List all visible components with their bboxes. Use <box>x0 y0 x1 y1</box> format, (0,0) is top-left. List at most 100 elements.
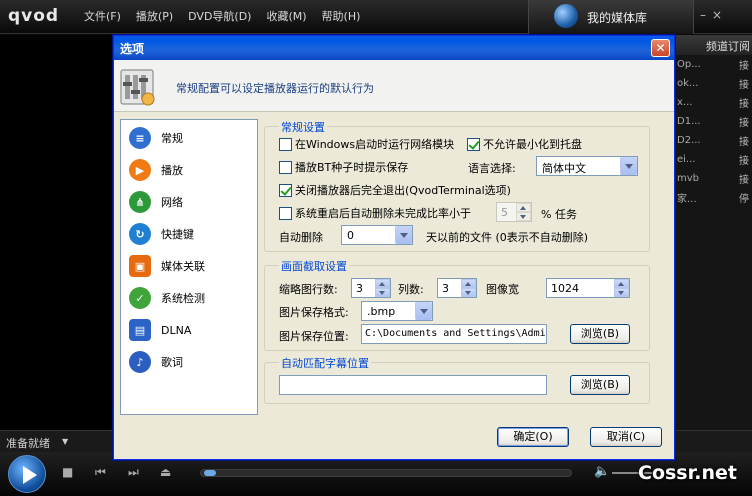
general-settings-group: 常规设置 在Windows启动时运行网络模块 不允许最小化到托盘 播放BT种子时… <box>264 119 650 252</box>
image-format-select[interactable]: .bmp <box>361 301 433 321</box>
next-icon[interactable]: ⏭ <box>128 465 139 480</box>
checkbox-box <box>279 206 292 220</box>
list-item[interactable]: 家... 停 <box>672 188 752 207</box>
eject-icon[interactable]: ⏏ <box>160 465 171 479</box>
dialog-title: 选项 <box>120 42 145 56</box>
nav-item-shortcuts[interactable]: ↻ 快捷键 <box>129 222 249 246</box>
globe-icon <box>554 4 578 28</box>
spin-up-icon[interactable] <box>614 279 629 288</box>
browse-subtitle-button[interactable]: 浏览(B) <box>570 375 630 395</box>
nav-item-system-check[interactable]: ✓ 系统检测 <box>129 286 249 310</box>
shortcut-icon: ↻ <box>129 223 151 245</box>
image-format-label: 图片保存格式: <box>279 306 349 319</box>
dialog-titlebar[interactable]: 选项 ✕ <box>114 36 674 60</box>
app-logo: qvod <box>8 6 60 26</box>
subtitle-location-title: 自动匹配字幕位置 <box>279 355 371 371</box>
thumb-rows-label: 缩略图行数: <box>279 283 338 296</box>
list-item[interactable]: Op... 接 <box>672 55 752 74</box>
nav-item-network[interactable]: ⋔ 网络 <box>129 190 249 214</box>
list-icon: ≡ <box>129 127 151 149</box>
previous-icon[interactable]: ⏮ <box>95 465 106 480</box>
lyrics-icon: ♪ <box>129 351 151 373</box>
seek-bar[interactable] <box>200 469 572 477</box>
list-item[interactable]: ok... 接 <box>672 74 752 93</box>
nav-item-dlna[interactable]: ▤ DLNA <box>129 318 249 342</box>
checkbox-box <box>279 160 292 174</box>
bt-seed-prompt-checkbox[interactable]: 播放BT种子时提示保存 <box>279 159 408 175</box>
stop-icon[interactable]: ■ <box>62 465 73 479</box>
checkbox-box <box>279 183 292 197</box>
ok-button[interactable]: 确定(O) <box>497 427 569 447</box>
spin-down-icon[interactable] <box>375 288 390 297</box>
ratio-suffix: % 任务 <box>541 208 577 221</box>
list-item[interactable]: x... 接 <box>672 93 752 112</box>
thumb-rows-spinner[interactable]: 3 <box>351 278 391 298</box>
spin-down-icon[interactable] <box>614 288 629 297</box>
list-item[interactable]: mvb 接 <box>672 169 752 188</box>
auto-delete-restart-checkbox[interactable]: 系统重启后自动删除未完成比率小于 <box>279 205 471 221</box>
volume-icon[interactable]: 🔈 <box>594 464 610 479</box>
columns-spinner[interactable]: 3 <box>437 278 477 298</box>
spin-down-icon[interactable] <box>461 288 476 297</box>
list-item[interactable]: D2... 接 <box>672 131 752 150</box>
browse-capture-button[interactable]: 浏览(B) <box>570 324 630 344</box>
subtitle-location-input[interactable] <box>279 375 547 395</box>
options-nav: ≡ 常规 ▶ 播放 ⋔ 网络 ↻ 快捷键 ▣ 媒体关联 ✓ 系统检测 ▤ DLN… <box>120 119 258 415</box>
chevron-down-icon[interactable] <box>395 226 412 244</box>
auto-delete-label: 自动删除 <box>279 231 323 244</box>
menu-play[interactable]: 播放(P) <box>136 8 173 24</box>
play-button[interactable] <box>8 455 46 493</box>
system-check-icon: ✓ <box>129 287 151 309</box>
spin-up-icon[interactable] <box>375 279 390 288</box>
nav-item-playback[interactable]: ▶ 播放 <box>129 158 249 182</box>
nav-item-general[interactable]: ≡ 常规 <box>129 126 249 150</box>
seek-handle[interactable] <box>204 470 216 476</box>
close-window-icon[interactable]: × <box>712 8 728 22</box>
dialog-close-button[interactable]: ✕ <box>651 39 670 57</box>
nav-item-lyrics[interactable]: ♪ 歌词 <box>129 350 249 374</box>
window-controls: –× <box>700 8 728 22</box>
capture-settings-title: 画面截取设置 <box>279 258 349 274</box>
menu-help[interactable]: 帮助(H) <box>322 8 361 24</box>
chevron-down-icon[interactable] <box>620 157 637 175</box>
menu-dvd-nav[interactable]: DVD导航(D) <box>188 8 251 24</box>
auto-delete-suffix: 天以前的文件 (0表示不自动删除) <box>426 231 589 244</box>
image-width-label: 图像宽 <box>486 283 519 296</box>
columns-label: 列数: <box>398 283 424 296</box>
options-dialog: 选项 ✕ 常规配置可以设定播放器运行的默认行为 ≡ 常规 ▶ 播放 ⋔ 网络 ↻… <box>113 35 675 460</box>
chevron-down-icon[interactable] <box>415 302 432 320</box>
capture-settings-group: 画面截取设置 缩略图行数: 3 列数: 3 图像宽 1024 图片保存格式: .… <box>264 258 650 351</box>
menu-file[interactable]: 文件(F) <box>84 8 121 24</box>
language-label: 语言选择: <box>468 162 516 175</box>
save-location-label: 图片保存位置: <box>279 330 349 343</box>
player-topbar: qvod 文件(F) 播放(P) DVD导航(D) 收藏(M) 帮助(H) 我的… <box>0 0 752 34</box>
status-dropdown-icon[interactable]: ▼ <box>62 437 68 446</box>
exit-fully-checkbox[interactable]: 关闭播放器后完全退出(QvodTerminal选项) <box>279 182 511 198</box>
cancel-button[interactable]: 取消(C) <box>590 427 662 447</box>
menu-favorites[interactable]: 收藏(M) <box>266 8 306 24</box>
list-item[interactable]: ei... 接 <box>672 150 752 169</box>
media-library-label: 我的媒体库 <box>587 11 648 25</box>
nav-item-media-association[interactable]: ▣ 媒体关联 <box>129 254 249 278</box>
auto-delete-select[interactable]: 0 <box>341 225 413 245</box>
menu-bar: 文件(F) 播放(P) DVD导航(D) 收藏(M) 帮助(H) <box>84 8 360 24</box>
media-library-button[interactable]: 我的媒体库 <box>528 0 694 34</box>
dialog-header: 常规配置可以设定播放器运行的默认行为 <box>114 60 674 112</box>
spin-down-icon[interactable] <box>516 212 531 221</box>
channel-panel-header[interactable]: 频道订阅 <box>672 35 752 55</box>
checkbox-box <box>467 137 480 151</box>
list-item[interactable]: D1... 接 <box>672 112 752 131</box>
language-select[interactable]: 简体中文 <box>536 156 638 176</box>
general-settings-title: 常规设置 <box>279 119 327 135</box>
watermark: Cossr.net <box>638 462 737 484</box>
run-network-module-checkbox[interactable]: 在Windows启动时运行网络模块 <box>279 136 454 152</box>
ratio-spinner[interactable]: 5 <box>496 202 532 222</box>
minimize-icon[interactable]: – <box>700 8 712 22</box>
no-minimize-tray-checkbox[interactable]: 不允许最小化到托盘 <box>467 136 582 152</box>
image-width-spinner[interactable]: 1024 <box>546 278 630 298</box>
save-location-input[interactable]: C:\Documents and Settings\Admi <box>361 324 547 344</box>
spin-up-icon[interactable] <box>516 203 531 212</box>
settings-panel-icon <box>120 69 155 106</box>
video-area[interactable] <box>0 35 115 430</box>
spin-up-icon[interactable] <box>461 279 476 288</box>
